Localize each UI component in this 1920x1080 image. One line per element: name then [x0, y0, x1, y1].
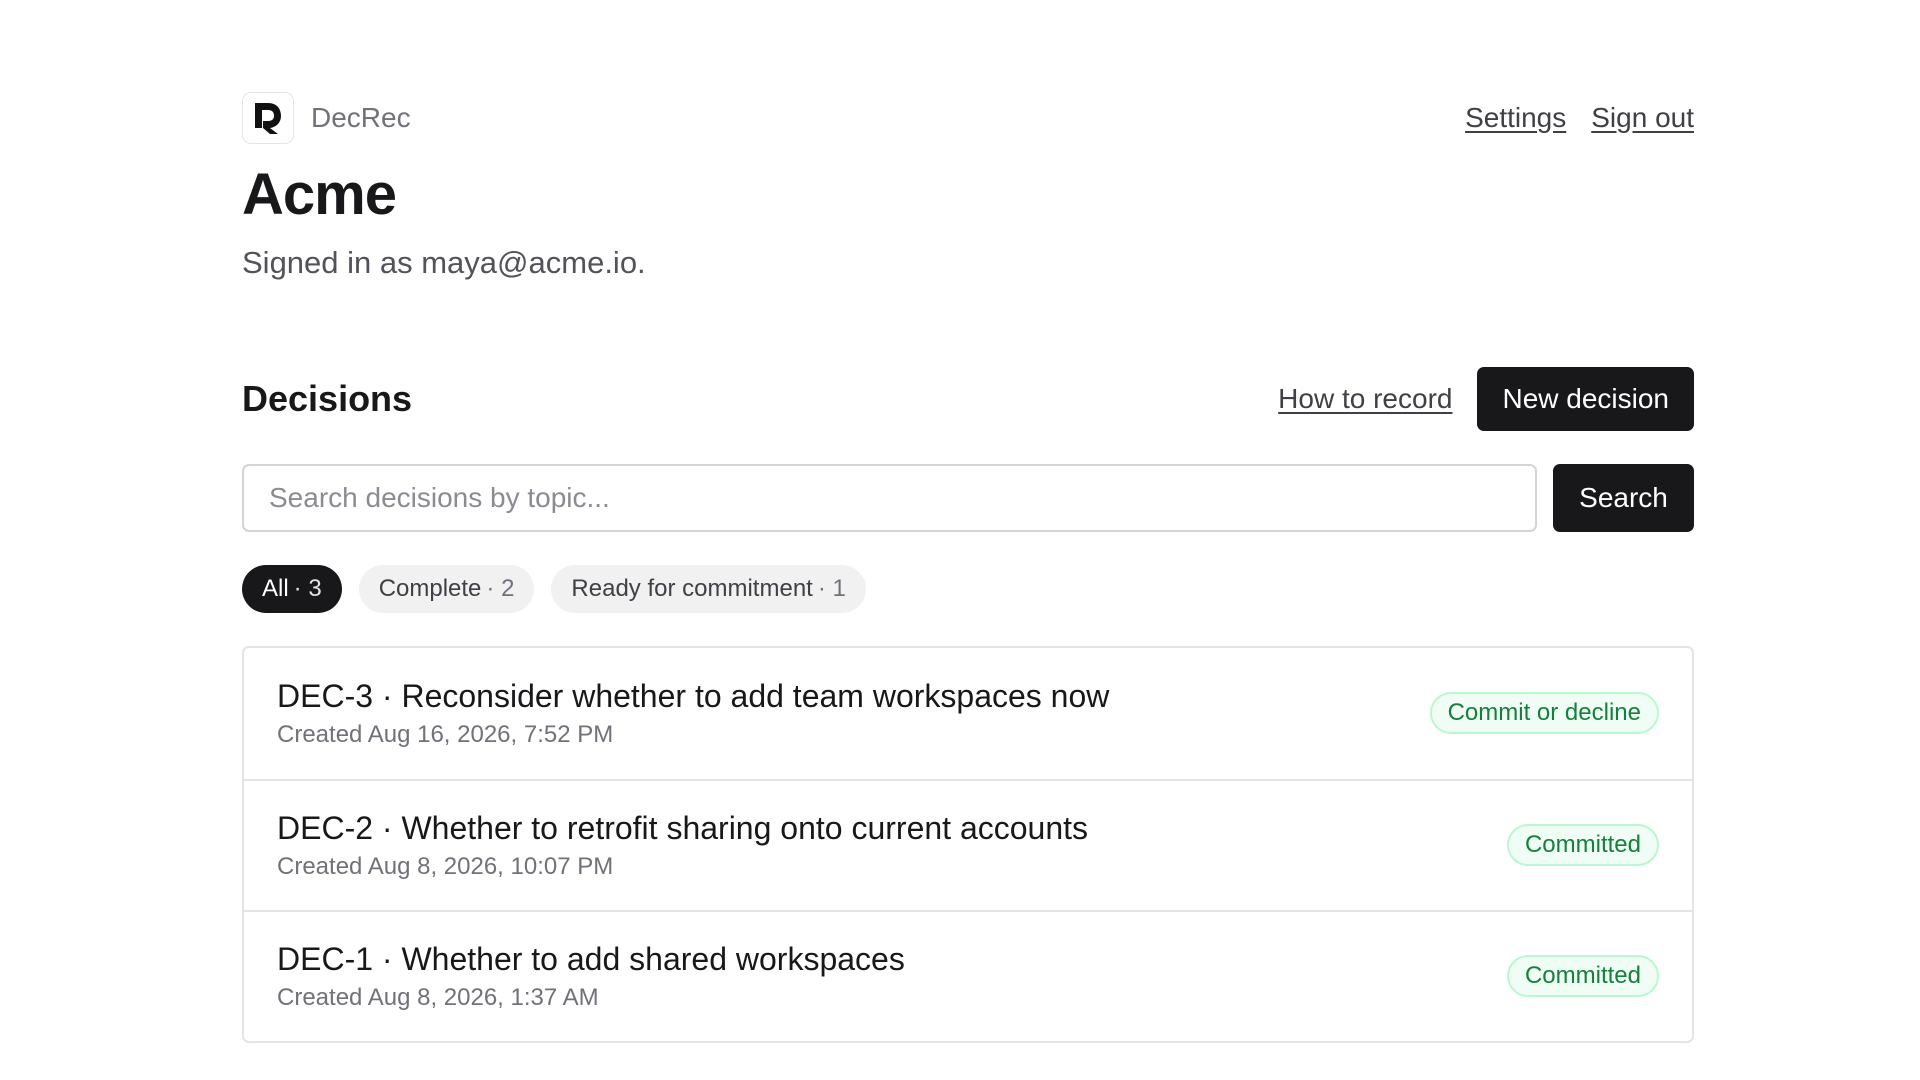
page: DecRec Settings Sign out Acme Signed in … — [242, 92, 1694, 1043]
search-button[interactable]: Search — [1553, 463, 1694, 532]
decision-row[interactable]: DEC-1 · Whether to add shared workspaces… — [244, 909, 1692, 1041]
decision-created: Created Aug 8, 2026, 10:07 PM — [277, 852, 614, 880]
decision-title[interactable]: DEC-1 · Whether to add shared workspaces — [277, 941, 905, 978]
filter-chip-all[interactable]: All · 3 — [242, 564, 342, 613]
filter-chip-complete[interactable]: Complete · 2 — [358, 564, 535, 613]
filter-chips: All · 3 Complete · 2 Ready for commitmen… — [242, 564, 1694, 613]
header-actions: How to record New decision — [1278, 366, 1694, 431]
chip-label: Ready for commitment — [571, 574, 813, 602]
search-bar: Search — [242, 463, 1694, 532]
chip-count: · 1 — [817, 574, 846, 602]
decision-title[interactable]: DEC-3 · Reconsider whether to add team w… — [277, 678, 1109, 715]
decision-row[interactable]: DEC-3 · Reconsider whether to add team w… — [244, 648, 1692, 779]
decision-list: DEC-3 · Reconsider whether to add team w… — [242, 645, 1694, 1043]
top-bar: DecRec Settings Sign out — [242, 92, 1694, 144]
section-title: Decisions — [242, 377, 413, 419]
decision-info: DEC-1 · Whether to add shared workspaces… — [277, 941, 905, 1012]
settings-link[interactable]: Settings — [1465, 102, 1566, 134]
new-decision-button[interactable]: New decision — [1477, 366, 1694, 431]
sign-out-link[interactable]: Sign out — [1591, 102, 1694, 134]
status-badge: Committed — [1506, 824, 1659, 867]
decision-created: Created Aug 8, 2026, 1:37 AM — [277, 983, 599, 1011]
brand[interactable]: DecRec — [242, 92, 411, 144]
decision-created: Created Aug 16, 2026, 7:52 PM — [277, 720, 614, 748]
app-name: DecRec — [311, 102, 411, 133]
page-title: Acme — [242, 162, 397, 227]
chip-count: · 2 — [486, 574, 515, 602]
decision-title[interactable]: DEC-2 · Whether to retrofit sharing onto… — [277, 810, 1088, 847]
decision-info: DEC-3 · Reconsider whether to add team w… — [277, 678, 1109, 749]
filter-chip-ready[interactable]: Ready for commitment · 1 — [551, 564, 866, 613]
decisions-header: Decisions How to record New decision — [242, 366, 1694, 431]
chip-label: Complete — [378, 574, 482, 602]
chip-label: All — [262, 574, 289, 602]
top-nav: Settings Sign out — [1465, 102, 1694, 134]
decrec-logo-icon — [242, 92, 294, 144]
decision-info: DEC-2 · Whether to retrofit sharing onto… — [277, 810, 1088, 881]
status-badge: Committed — [1506, 955, 1659, 998]
signed-in-text: Signed in as maya@acme.io. — [242, 244, 646, 280]
how-to-record-link[interactable]: How to record — [1278, 383, 1452, 415]
chip-count: · 3 — [293, 574, 322, 602]
decision-row[interactable]: DEC-2 · Whether to retrofit sharing onto… — [244, 778, 1692, 910]
search-input[interactable] — [242, 463, 1537, 532]
status-badge: Commit or decline — [1429, 692, 1659, 735]
